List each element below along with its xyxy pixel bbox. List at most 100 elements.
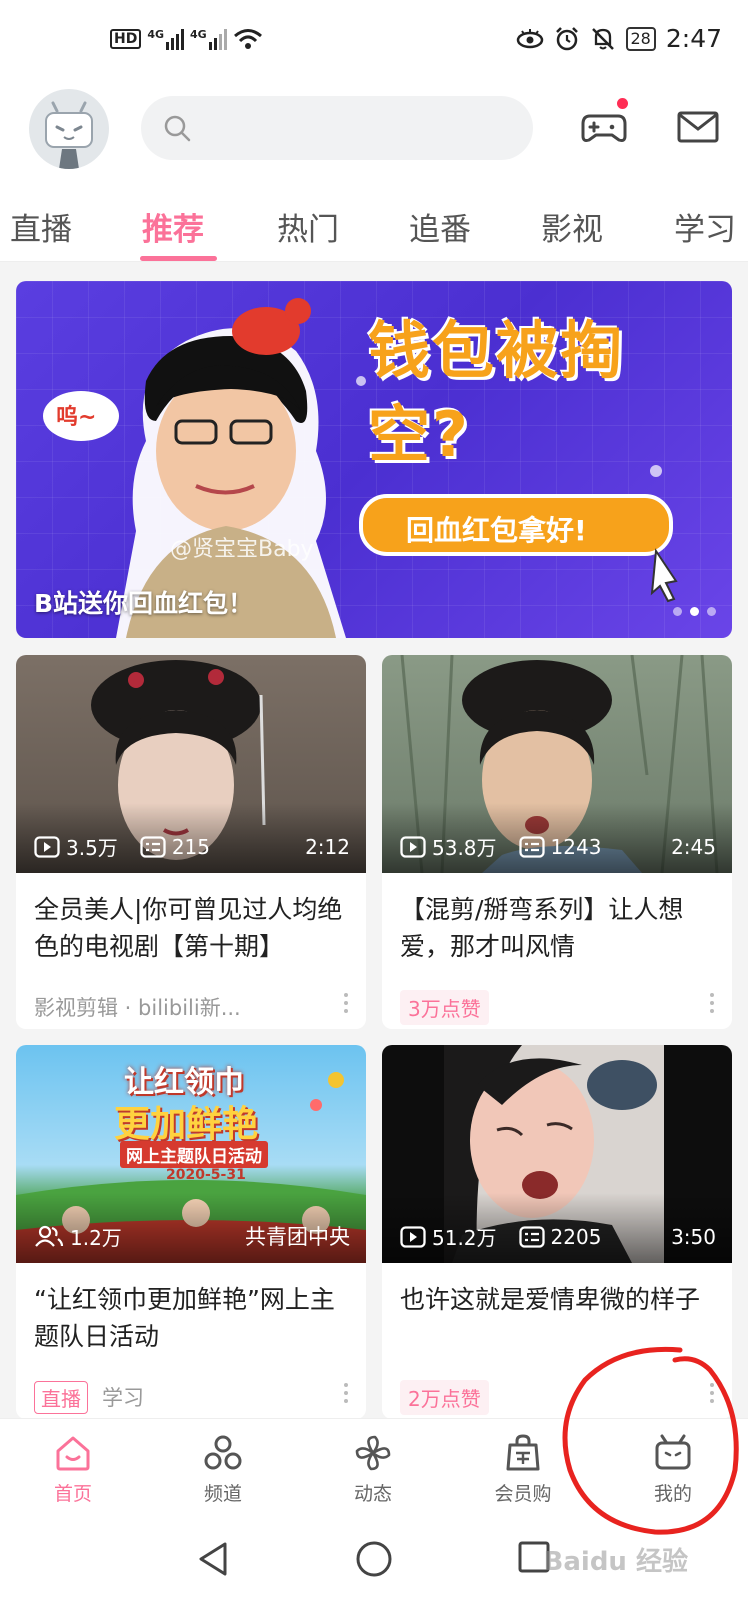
video-title[interactable]: 也许这就是爱情卑微的样子 <box>382 1263 732 1361</box>
views-stat: 3.5万 <box>34 832 118 861</box>
bilibili-tv-avatar-icon <box>45 101 93 169</box>
alarm-icon <box>555 26 578 50</box>
live-meta: 直播 学习 <box>16 1361 366 1419</box>
tab-recommend[interactable]: 推荐 <box>142 204 204 249</box>
banner-dot <box>673 607 682 616</box>
nav-channel[interactable]: 频道 <box>178 1433 268 1506</box>
game-center-button[interactable] <box>580 98 630 152</box>
nav-shop[interactable]: 会员购 <box>478 1433 568 1506</box>
video-card[interactable]: 53.8万 1243 2:45 【混剪/掰弯系列】让人想爱，那才叫风情 3万点赞 <box>382 655 732 1029</box>
status-time: 2:47 <box>665 24 722 53</box>
nav-home-label: 首页 <box>53 1483 92 1505</box>
thumbnail-date: 2020-5-31 <box>166 1167 246 1183</box>
video-thumbnail[interactable]: 51.2万 2205 3:50 <box>382 1045 732 1263</box>
category-tabs: 直播 推荐 热门 追番 影视 学习 <box>0 184 748 262</box>
live-area: 学习 <box>102 1386 144 1410</box>
video-stats: 3.5万 215 2:12 <box>34 832 350 861</box>
video-title[interactable]: 全员美人|你可曾见过人均绝色的电视剧【第十期】 <box>16 873 366 971</box>
notification-dot <box>617 98 628 109</box>
video-meta: 3万点赞 <box>382 971 732 1029</box>
video-thumbnail[interactable]: 53.8万 1243 2:45 <box>382 655 732 873</box>
nav-mine[interactable]: 我的 <box>628 1433 718 1506</box>
mail-icon <box>677 111 719 143</box>
live-card[interactable]: 让红领巾 更加鲜艳 网上主题队日活动 2020-5-31 1.2万 共青团中央 … <box>16 1045 366 1419</box>
shopping-bag-icon <box>506 1434 540 1471</box>
tab-study[interactable]: 学习 <box>674 204 736 249</box>
tab-active-indicator <box>140 256 217 261</box>
video-duration: 2:45 <box>671 834 716 859</box>
video-stats: 51.2万 2205 3:50 <box>400 1222 716 1251</box>
video-duration: 2:12 <box>305 834 350 859</box>
nav-home[interactable]: 首页 <box>28 1433 118 1506</box>
bottom-navigation: 首页 频道 动态 会员购 我的 <box>0 1418 748 1518</box>
tab-movies[interactable]: 影视 <box>541 204 603 249</box>
video-meta: 影视剪辑 · bilibili新... <box>16 971 366 1029</box>
status-right: 28 2:47 <box>516 24 722 53</box>
danmaku-icon <box>518 835 545 858</box>
more-options-icon[interactable] <box>344 993 348 1013</box>
danmaku-stat: 2205 <box>518 1224 602 1249</box>
nav-mine-label: 我的 <box>653 1483 692 1505</box>
pinwheel-icon <box>355 1435 391 1471</box>
views-stat: 53.8万 <box>400 832 497 861</box>
nav-channel-label: 频道 <box>203 1483 242 1505</box>
tab-hot[interactable]: 热门 <box>277 204 339 249</box>
top-header <box>0 84 748 184</box>
battery-icon: 28 <box>625 26 656 51</box>
video-source: 影视剪辑 · bilibili新... <box>34 996 241 1020</box>
search-icon <box>164 115 191 142</box>
nav-dynamic-label: 动态 <box>353 1483 392 1505</box>
video-thumbnail[interactable]: 3.5万 215 2:12 <box>16 655 366 873</box>
wifi-icon <box>233 29 262 49</box>
danmaku-icon <box>140 835 166 858</box>
play-count-icon <box>400 835 426 858</box>
promo-banner[interactable]: 呜~ 钱包被掏空? 回血红包拿好! @贤宝宝Baby B站送你回血红包！ <box>16 281 732 638</box>
eye-icon <box>516 28 543 48</box>
likes-badge: 2万点赞 <box>400 1379 489 1415</box>
thumbnail-subtitle: 网上主题队日活动 <box>120 1141 268 1168</box>
online-count: 1.2万 <box>70 1225 122 1250</box>
back-icon[interactable] <box>195 1540 231 1578</box>
views-count: 3.5万 <box>66 836 118 860</box>
likes-badge: 3万点赞 <box>400 989 489 1025</box>
tab-live[interactable]: 直播 <box>10 204 72 249</box>
nav-dynamic[interactable]: 动态 <box>328 1433 418 1506</box>
watermark: Baidu 经验 <box>543 1547 688 1577</box>
avatar[interactable] <box>29 89 109 169</box>
banner-headline: 钱包被掏空? <box>368 314 625 471</box>
live-thumbnail[interactable]: 让红领巾 更加鲜艳 网上主题队日活动 2020-5-31 1.2万 共青团中央 <box>16 1045 366 1263</box>
more-options-icon[interactable] <box>344 1383 348 1403</box>
video-stats: 53.8万 1243 2:45 <box>400 832 716 861</box>
live-title[interactable]: “让红领巾更加鲜艳”网上主题队日活动 <box>16 1263 366 1361</box>
more-options-icon[interactable] <box>710 1383 714 1403</box>
video-card[interactable]: 51.2万 2205 3:50 也许这就是爱情卑微的样子 2万点赞 <box>382 1045 732 1419</box>
banner-bubble-text: 呜~ <box>56 405 97 430</box>
search-input[interactable] <box>141 96 533 160</box>
status-left: HD 4G 4G <box>110 28 263 50</box>
tv-mine-icon <box>655 1434 691 1470</box>
home-circle-icon[interactable] <box>355 1540 393 1578</box>
danmaku-icon <box>518 1225 545 1248</box>
message-button[interactable] <box>676 108 720 152</box>
signal-icon: 4G <box>147 28 185 50</box>
video-meta: 2万点赞 <box>382 1361 732 1419</box>
play-count-icon <box>400 1225 426 1248</box>
tab-anime[interactable]: 追番 <box>409 204 471 249</box>
danmaku-count: 2205 <box>550 1224 602 1249</box>
video-card[interactable]: 3.5万 215 2:12 全员美人|你可曾见过人均绝色的电视剧【第十期】 影视… <box>16 655 366 1029</box>
danmaku-stat: 215 <box>140 835 210 859</box>
danmaku-count: 1243 <box>550 834 602 859</box>
online-stat: 1.2万 <box>34 1222 122 1251</box>
channel-icon <box>204 1435 242 1470</box>
hd-icon: HD <box>110 29 142 49</box>
views-stat: 51.2万 <box>400 1222 497 1251</box>
mute-icon <box>591 27 614 50</box>
banner-dot-active <box>690 607 699 616</box>
banner-handle: @贤宝宝Baby <box>170 537 314 562</box>
video-title[interactable]: 【混剪/掰弯系列】让人想爱，那才叫风情 <box>382 873 732 971</box>
signal-icon-2: 4G <box>190 28 227 50</box>
more-options-icon[interactable] <box>710 993 714 1013</box>
status-bar: HD 4G 4G 28 2:47 <box>0 0 748 84</box>
gamepad-icon <box>581 114 627 142</box>
video-duration: 3:50 <box>671 1224 716 1249</box>
